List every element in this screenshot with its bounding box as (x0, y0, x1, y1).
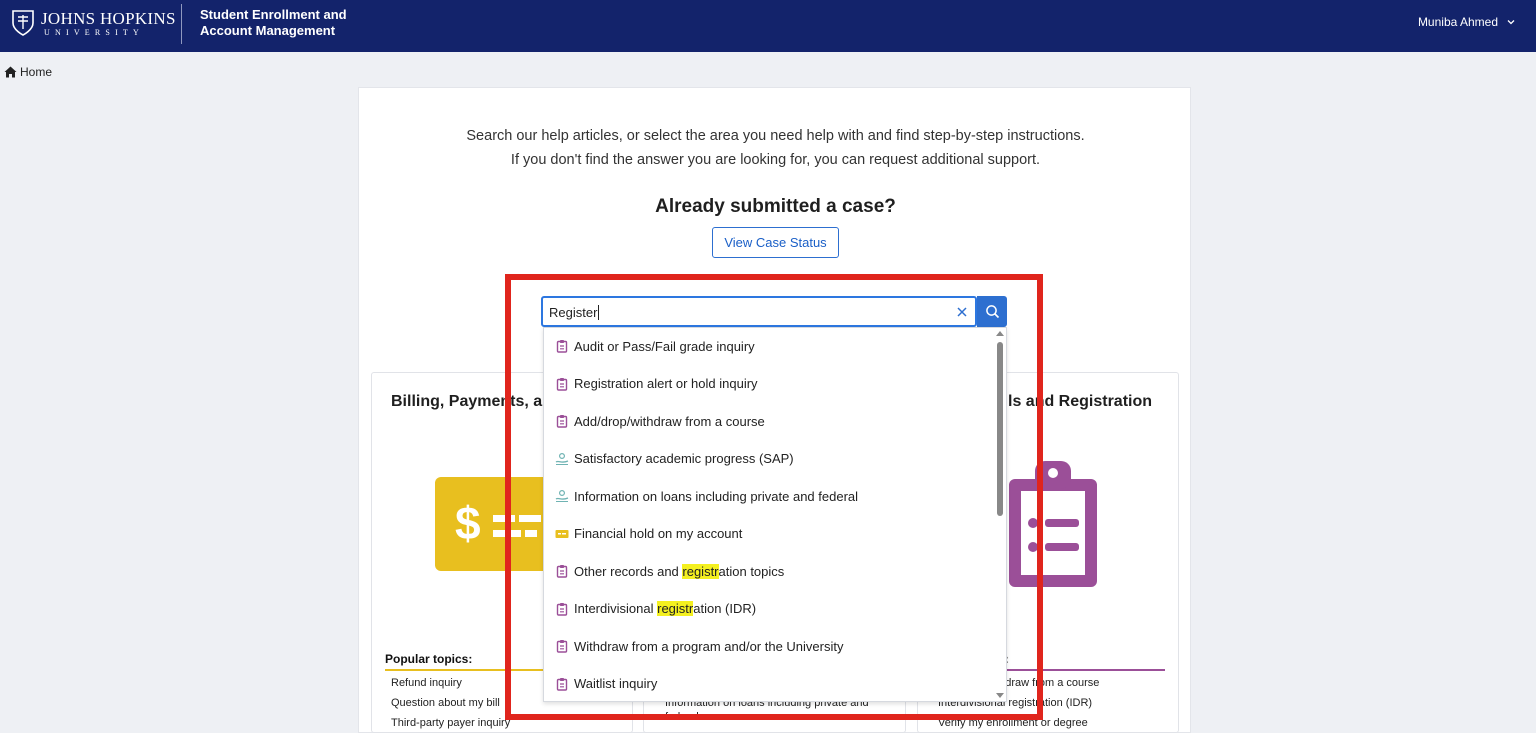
suggestion-label-text: Add/drop/withdraw from a course (574, 413, 765, 429)
suggestion-item[interactable]: Interdivisional registration (IDR) (544, 594, 994, 624)
clipboard-icon (555, 639, 569, 653)
suggestion-item[interactable]: Audit or Pass/Fail grade inquiry (544, 331, 994, 361)
clipboard-icon (555, 339, 569, 353)
money-hand-icon (555, 452, 569, 466)
suggestion-label-text: Audit or Pass/Fail grade inquiry (574, 338, 755, 354)
chevron-down-icon (1507, 20, 1515, 25)
top-bar: JOHNS HOPKINS UNIVERSITY Student Enrollm… (0, 0, 1536, 52)
logo-wordmark: JOHNS HOPKINS (41, 8, 176, 28)
billing-topic-refund[interactable]: Refund inquiry (391, 677, 462, 689)
breadcrumb[interactable]: Home (4, 65, 52, 79)
suggestion-label: Information on loans including private a… (574, 489, 858, 504)
suggestion-label: Withdraw from a program and/or the Unive… (574, 639, 843, 654)
shield-icon (12, 10, 34, 36)
billing-card-title: Billing, Payments, and (391, 393, 562, 410)
suggestion-item[interactable]: Waitlist inquiry (544, 669, 994, 699)
scroll-up-arrow[interactable] (996, 331, 1004, 336)
suggestion-item[interactable]: Other records and registration topics (544, 556, 994, 586)
breadcrumb-home[interactable]: Home (20, 65, 52, 79)
suggestion-item[interactable]: Add/drop/withdraw from a course (544, 406, 994, 436)
records-topics-heading: s: (998, 652, 1165, 671)
records-topic-verify[interactable]: Verify my enrollment or degree (938, 717, 1088, 729)
search-match-highlight: registr (682, 563, 719, 579)
billing-topic-bill-question[interactable]: Question about my bill (391, 697, 500, 709)
suggestion-label-text: Financial hold on my account (574, 526, 743, 541)
header-divider (181, 4, 182, 44)
text-caret (598, 305, 599, 320)
scrollbar-thumb[interactable] (997, 342, 1003, 516)
logo-subtitle: UNIVERSITY (44, 27, 144, 37)
suggestion-label-text: ation topics (718, 563, 785, 579)
suggestion-label: Waitlist inquiry (574, 676, 657, 691)
suggestion-label-text: Withdraw from a program and/or the Unive… (574, 638, 844, 654)
suggestion-item[interactable]: Financial hold on my account (544, 519, 994, 549)
home-icon (4, 66, 17, 78)
clipboard-icon (555, 377, 569, 391)
money-hand-icon (555, 489, 569, 503)
suggestion-label-text: Satisfactory academic progress (SAP) (574, 451, 794, 466)
suggestion-label-text: Other records and (574, 563, 683, 579)
user-menu[interactable]: Muniba Ahmed (1418, 15, 1516, 29)
clipboard-icon (555, 564, 569, 578)
jhu-logo[interactable]: JOHNS HOPKINS UNIVERSITY (11, 9, 176, 37)
app-title[interactable]: Student Enrollment and Account Managemen… (200, 7, 370, 39)
search-button[interactable] (977, 296, 1007, 327)
suggestion-label: Satisfactory academic progress (SAP) (574, 451, 794, 466)
suggestion-label: Audit or Pass/Fail grade inquiry (574, 339, 755, 354)
clipboard-icon (555, 602, 569, 616)
aid-topic-loans-cont: federal (665, 711, 699, 723)
search-match-highlight: registr (657, 601, 694, 616)
svg-text:$: $ (455, 497, 481, 549)
billing-dollar-icon: $ (435, 477, 555, 571)
search-suggestions-dropdown[interactable]: Audit or Pass/Fail grade inquiry Registra… (543, 327, 1007, 702)
suggestion-label-text: Information on loans including private a… (574, 488, 859, 504)
case-heading: Already submitted a case? (655, 196, 896, 217)
suggestion-label: Other records and registration topics (574, 563, 785, 579)
suggestion-label: Interdivisional registration (IDR) (574, 601, 756, 616)
suggestion-label-text: Interdivisional (574, 601, 658, 616)
search-input[interactable] (549, 302, 939, 322)
suggestion-label-text: Waitlist inquiry (574, 676, 658, 691)
clipboard-large-icon (1009, 461, 1097, 587)
scroll-down-arrow[interactable] (996, 693, 1004, 698)
view-case-status-button[interactable]: View Case Status (712, 227, 839, 258)
suggestion-label-text: Registration alert or hold inquiry (574, 376, 758, 391)
suggestion-item[interactable]: Withdraw from a program and/or the Unive… (544, 631, 994, 661)
clipboard-icon (555, 414, 569, 428)
user-name: Muniba Ahmed (1417, 15, 1498, 29)
clipboard-icon (555, 677, 569, 691)
search-box[interactable] (541, 296, 977, 327)
close-icon[interactable] (955, 305, 969, 319)
search-icon (985, 305, 999, 319)
suggestion-label: Add/drop/withdraw from a course (574, 414, 765, 429)
suggestion-label: Registration alert or hold inquiry (574, 376, 758, 391)
suggestion-item[interactable]: Registration alert or hold inquiry (544, 369, 994, 399)
intro-text: Search our help articles, or select the … (359, 124, 1192, 172)
intro-line-1: Search our help articles, or select the … (466, 128, 1085, 144)
suggestion-label: Financial hold on my account (574, 526, 742, 541)
suggestion-label-text: ation (IDR) (693, 601, 757, 616)
intro-line-2: If you don't find the answer you are loo… (510, 152, 1041, 168)
billing-topic-third-party[interactable]: Third-party payer inquiry (391, 717, 510, 729)
bill-icon (555, 527, 569, 541)
suggestion-item[interactable]: Satisfactory academic progress (SAP) (544, 444, 994, 474)
suggestion-item[interactable]: Information on loans including private a… (544, 481, 994, 511)
records-card-title: ls and Registration (1008, 393, 1153, 410)
